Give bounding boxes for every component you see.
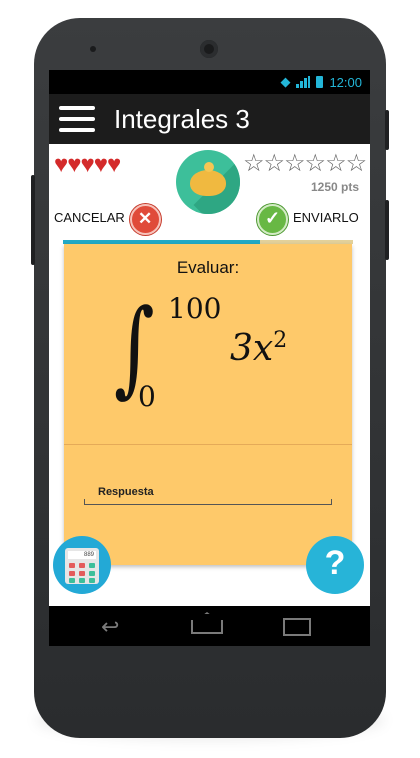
status-time: 12:00	[329, 74, 362, 90]
star-outline-icon: ☆	[304, 150, 327, 177]
hamburger-icon[interactable]	[59, 106, 95, 132]
battery-icon	[316, 76, 324, 88]
star-outline-icon: ☆	[284, 150, 306, 177]
send-button[interactable]	[257, 204, 288, 235]
heart-icon: ♥	[93, 151, 108, 178]
volume-button	[31, 175, 35, 265]
app-bar: Integrales 3	[49, 94, 370, 144]
send-label[interactable]: ENVIARLO	[293, 210, 359, 225]
star-outline-icon: ☆	[243, 150, 265, 177]
integral-expression: ∫ 100 0 3x2	[64, 284, 352, 424]
input-underline-tick	[331, 499, 332, 505]
wifi-icon: ◆	[280, 74, 291, 89]
recent-apps-icon[interactable]	[283, 618, 311, 636]
heart-icon: ♥	[107, 151, 122, 178]
lives-hearts: ♥ ♥ ♥ ♥ ♥	[54, 151, 122, 178]
screen: ◆ 12:00 Integrales 3 ♥ ♥ ♥ ♥ ♥ ☆ ☆ ☆ ☆ ☆…	[49, 70, 370, 646]
star-outline-icon: ☆	[345, 150, 368, 177]
star-outline-icon: ☆	[325, 150, 347, 177]
integrand-base: 3x	[230, 328, 274, 369]
signal-icon	[296, 76, 311, 88]
input-underline-tick	[84, 499, 85, 505]
heart-icon: ♥	[80, 151, 95, 178]
question-card: Evaluar: ∫ 100 0 3x2	[64, 244, 352, 565]
page-title: Integrales 3	[114, 104, 250, 134]
card-divider	[64, 444, 352, 445]
answer-input[interactable]	[84, 479, 332, 505]
front-camera	[200, 40, 218, 58]
integral-lower-limit: 0	[138, 380, 156, 413]
heart-icon: ♥	[54, 151, 69, 178]
help-button[interactable]: ?	[306, 536, 364, 594]
star-outline-icon: ☆	[263, 150, 286, 177]
heart-icon: ♥	[67, 151, 82, 178]
integrand-exponent: 2	[273, 328, 288, 353]
calculator-icon: 889	[65, 548, 99, 584]
piggy-bank-icon[interactable]	[176, 150, 240, 214]
integral-upper-limit: 100	[168, 292, 222, 325]
side-button	[385, 110, 389, 150]
status-bar: ◆ 12:00	[49, 70, 370, 94]
calculator-display: 889	[68, 551, 96, 559]
question-mark-icon: ?	[324, 544, 346, 582]
back-icon[interactable]: ↩	[101, 614, 119, 640]
earpiece-sensor	[90, 46, 96, 52]
cancel-label[interactable]: CANCELAR	[54, 210, 125, 225]
integrand: 3x2	[230, 328, 287, 369]
power-button	[385, 200, 389, 260]
cancel-button[interactable]	[130, 204, 161, 235]
question-prompt: Evaluar:	[176, 258, 240, 277]
navigation-bar: ↩	[49, 606, 370, 646]
calculator-button[interactable]: 889	[53, 536, 111, 594]
points-label: 1250 pts	[311, 180, 360, 194]
star-rating: ☆ ☆ ☆ ☆ ☆ ☆	[243, 150, 368, 177]
home-icon[interactable]	[191, 620, 223, 634]
